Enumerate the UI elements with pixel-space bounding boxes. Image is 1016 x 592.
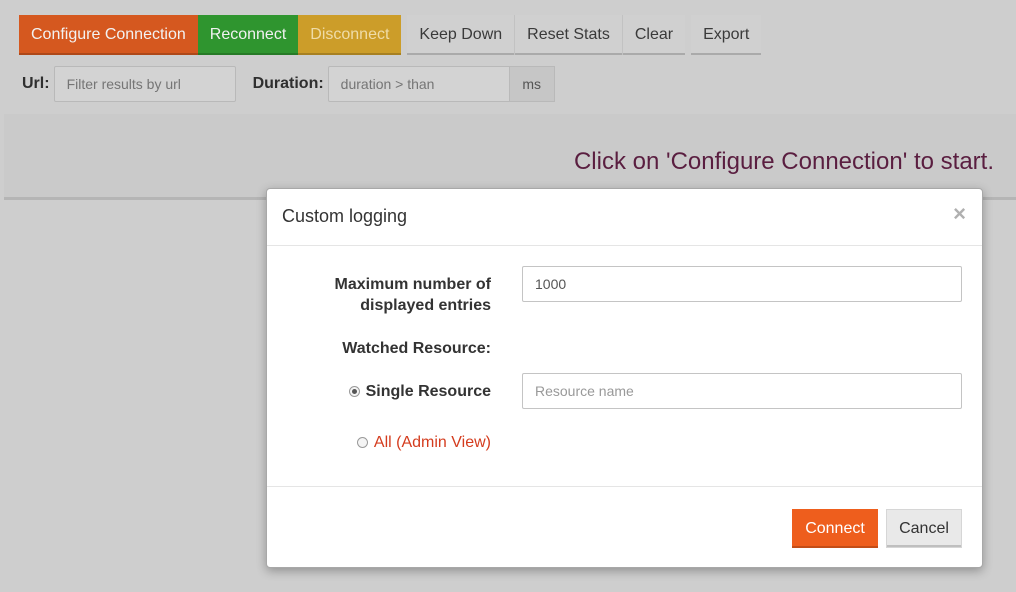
max-entries-label-line2: displayed entries (360, 297, 491, 314)
keep-down-button[interactable]: Keep Down (407, 15, 516, 55)
reconnect-button[interactable]: Reconnect (197, 15, 299, 55)
close-icon[interactable]: × (953, 203, 966, 225)
clear-button[interactable]: Clear (622, 15, 686, 55)
max-entries-label-line1: Maximum number of (334, 276, 491, 293)
dialog-header: Custom logging × (267, 189, 982, 246)
actions-button-group: Keep Down Reset Stats Clear (407, 15, 686, 55)
url-filter-label: Url: (22, 75, 50, 92)
dialog-body: Maximum number of displayed entries Watc… (267, 246, 982, 487)
all-admin-view-option[interactable]: All (Admin View) (356, 432, 491, 453)
resource-name-input[interactable] (522, 373, 962, 409)
filters-bar: Url: Duration: ms (22, 66, 555, 102)
single-resource-radio[interactable] (348, 386, 360, 397)
max-entries-input[interactable] (522, 266, 962, 302)
export-button[interactable]: Export (691, 15, 762, 55)
reset-stats-button[interactable]: Reset Stats (515, 15, 623, 55)
custom-logging-dialog: Custom logging × Maximum number of displ… (266, 188, 983, 568)
connect-button[interactable]: Connect (792, 509, 878, 548)
max-entries-label: Maximum number of displayed entries (335, 274, 491, 316)
single-resource-label: Single Resource (365, 383, 491, 400)
dialog-footer: Connect Cancel (267, 487, 982, 569)
watched-resource-label: Watched Resource: (342, 340, 491, 357)
all-admin-view-label: All (Admin View) (373, 434, 491, 451)
configure-connection-button[interactable]: Configure Connection (19, 15, 198, 55)
duration-filter-input[interactable] (327, 66, 510, 102)
duration-unit-addon: ms (509, 66, 555, 102)
connection-button-group: Configure Connection Reconnect Disconnec… (19, 15, 402, 55)
duration-filter-label: Duration: (252, 75, 324, 92)
cancel-button[interactable]: Cancel (886, 509, 962, 548)
url-filter-input[interactable] (53, 66, 236, 102)
toolbar: Configure Connection Reconnect Disconnec… (19, 15, 762, 55)
all-admin-view-radio[interactable] (356, 437, 368, 448)
dialog-title: Custom logging (282, 206, 408, 226)
disconnect-button[interactable]: Disconnect (298, 15, 402, 55)
single-resource-option[interactable]: Single Resource (348, 381, 491, 402)
start-message: Click on 'Configure Connection' to start… (573, 148, 994, 175)
